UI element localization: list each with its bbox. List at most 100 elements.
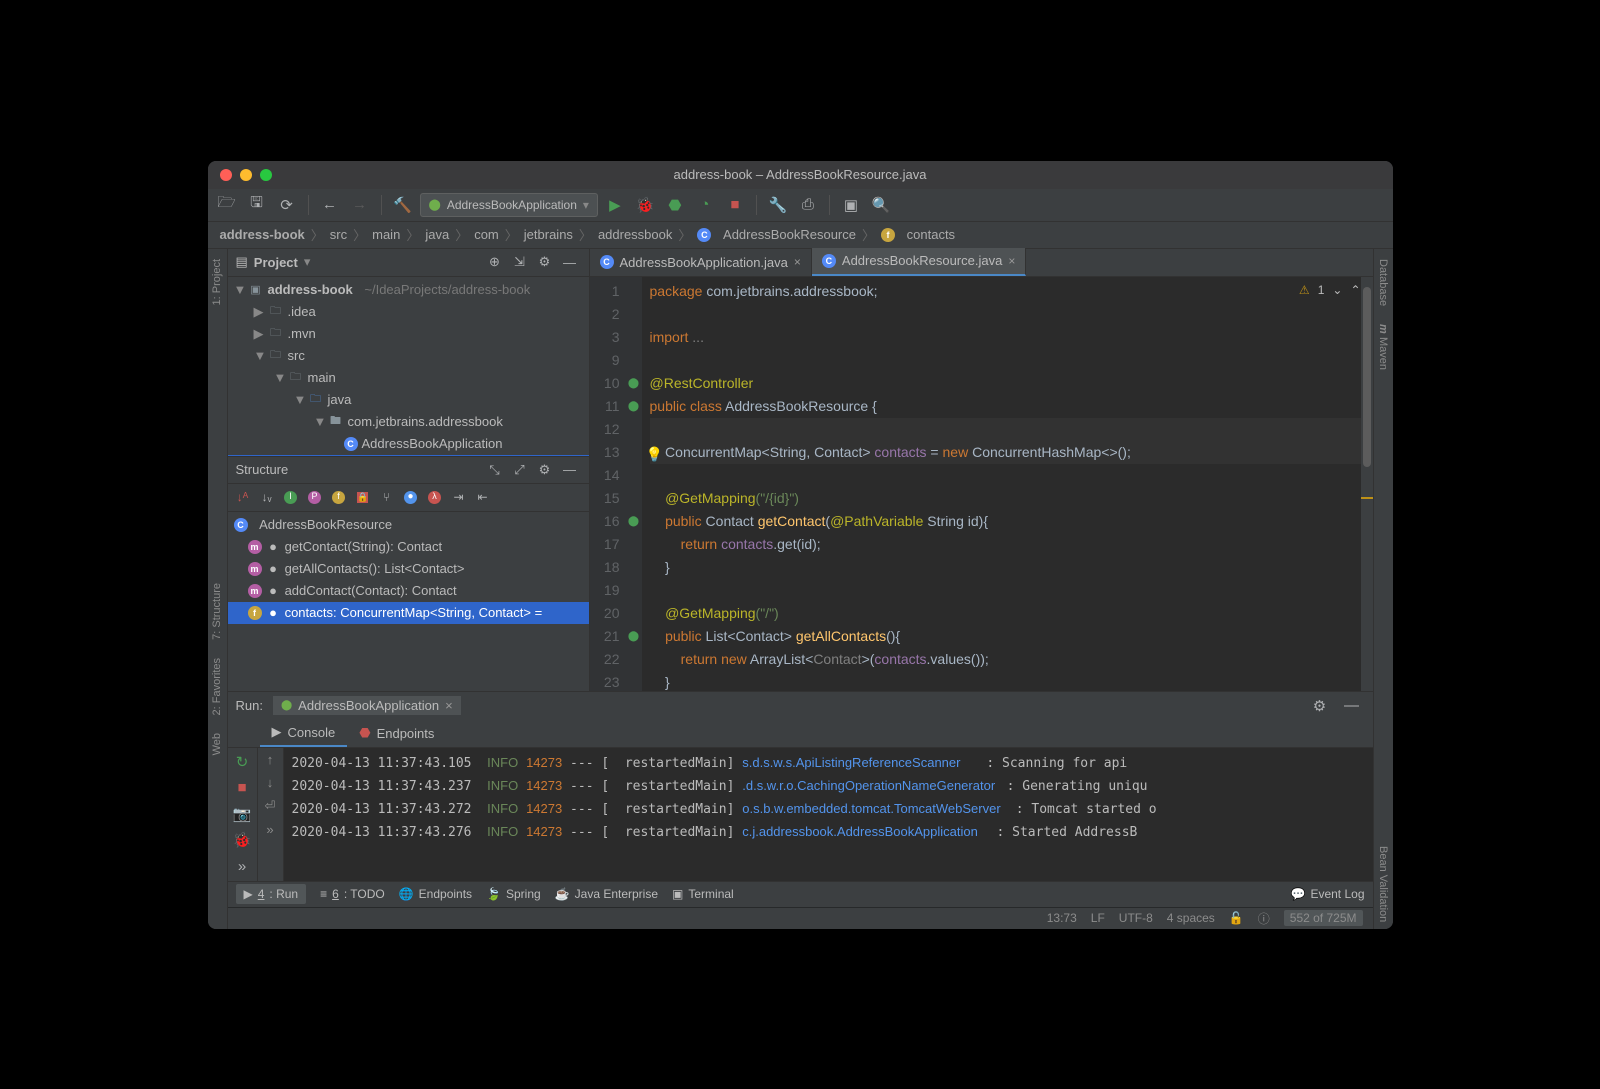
debug-rerun-icon[interactable]: 🐞 <box>229 830 255 850</box>
run-icon[interactable]: ▶ <box>602 192 628 218</box>
filter-field-icon[interactable]: f <box>328 486 350 508</box>
intention-bulb-icon[interactable]: 💡 <box>646 446 663 463</box>
run-config-selector[interactable]: ⬤ AddressBookApplication ▾ <box>420 193 598 217</box>
tree-row[interactable]: ▼🖿com.jetbrains.addressbook <box>228 411 589 433</box>
update-icon[interactable]: ⎙ <box>795 192 821 218</box>
breadcrumb-item[interactable]: com <box>470 227 503 242</box>
stop-icon[interactable]: ■ <box>722 192 748 218</box>
favorites-tool-tab[interactable]: 2: Favorites <box>209 652 225 721</box>
settings-icon[interactable]: ⚙ <box>534 251 556 273</box>
camera-icon[interactable]: 📷 <box>229 804 255 824</box>
caret-position[interactable]: 13:73 <box>1047 911 1077 925</box>
search-icon[interactable]: 🔍 <box>868 192 894 218</box>
collapse-icon[interactable]: ⤡ <box>484 459 506 481</box>
line-ending[interactable]: LF <box>1091 911 1105 925</box>
sort-visibility-icon[interactable]: ↓ᵥ <box>256 486 278 508</box>
settings-icon[interactable]: ⚙ <box>534 459 556 481</box>
filter-inherit-icon[interactable]: I <box>280 486 302 508</box>
breadcrumb-item[interactable]: src <box>326 227 351 242</box>
close-tab-icon[interactable]: × <box>794 255 801 269</box>
close-icon[interactable]: × <box>445 698 453 713</box>
coverage-icon[interactable]: ⬣ <box>662 192 688 218</box>
wrench-icon[interactable]: 🔧 <box>765 192 791 218</box>
editor-tab[interactable]: CAddressBookResource.java× <box>812 248 1026 276</box>
filter-lambda-icon[interactable]: ● <box>400 486 422 508</box>
forward-icon[interactable]: → <box>347 192 373 218</box>
open-icon[interactable]: 🗁 <box>214 192 240 218</box>
structure-row[interactable]: m ● getContact(String): Contact <box>228 536 589 558</box>
code-editor[interactable]: 12391011121314151617181920212223 ⬤⬤⬤⬤ 💡 … <box>590 277 1373 691</box>
breadcrumb-item[interactable]: address-book <box>216 227 309 242</box>
avd-icon[interactable]: ▣ <box>838 192 864 218</box>
filter-lambda2-icon[interactable]: λ <box>424 486 446 508</box>
endpoints-tool-tab[interactable]: 🌐 Endpoints <box>399 887 472 901</box>
inspection-widget[interactable]: ⚠1⌄⌃ <box>1299 283 1361 297</box>
console-output[interactable]: 2020-04-13 11:37:43.105 INFO 14273 --- [… <box>284 748 1373 881</box>
memory-indicator[interactable]: 552 of 725M <box>1284 910 1363 926</box>
todo-tool-tab[interactable]: ≡ 6: TODO <box>320 887 385 901</box>
sort-alpha-icon[interactable]: ↓ᴬ <box>232 486 254 508</box>
breadcrumb-item[interactable]: C AddressBookResource <box>693 227 860 242</box>
filter-nonpublic-icon[interactable]: 🔒 <box>352 486 374 508</box>
tree-row[interactable]: ▼🗀java <box>228 389 589 411</box>
tree-row[interactable]: ▶🗀.mvn <box>228 323 589 345</box>
save-icon[interactable]: 🖫 <box>244 192 270 218</box>
soft-wrap-icon[interactable]: ⏎ <box>265 798 276 814</box>
maven-tool-tab[interactable]: m Maven <box>1375 318 1391 377</box>
structure-tree[interactable]: C AddressBookResource m ● getContact(Str… <box>228 512 589 691</box>
reload-icon[interactable]: ⟳ <box>274 192 300 218</box>
close-tab-icon[interactable]: × <box>1008 254 1015 268</box>
structure-row[interactable]: m ● getAllContacts(): List<Contact> <box>228 558 589 580</box>
terminal-tool-tab[interactable]: ▣ Terminal <box>672 887 734 901</box>
rerun-icon[interactable]: ↻ <box>229 752 255 772</box>
breadcrumb-item[interactable]: java <box>421 227 453 242</box>
info-icon[interactable]: ⓘ <box>1258 910 1270 927</box>
breadcrumb-item[interactable]: jetbrains <box>520 227 577 242</box>
autoscroll-icon[interactable]: ⇥ <box>448 486 470 508</box>
endpoints-tab[interactable]: ⬣ Endpoints <box>347 720 446 747</box>
profile-icon[interactable]: ◔ <box>692 192 718 218</box>
filter-prop-icon[interactable]: P <box>304 486 326 508</box>
structure-row[interactable]: m ● addContact(Contact): Contact <box>228 580 589 602</box>
project-tool-tab[interactable]: 1: Project <box>209 253 225 311</box>
tree-row[interactable]: ▼🗀main <box>228 367 589 389</box>
scroll-down-icon[interactable]: ↓ <box>267 775 274 790</box>
breadcrumb-item[interactable]: addressbook <box>594 227 676 242</box>
zoom-window-button[interactable] <box>260 169 272 181</box>
tree-row[interactable]: ▼🗀src <box>228 345 589 367</box>
build-icon[interactable]: 🔨 <box>390 192 416 218</box>
tree-row[interactable]: CAddressBookApplication <box>228 433 589 455</box>
editor-scrollbar[interactable] <box>1361 277 1373 691</box>
structure-tool-tab[interactable]: 7: Structure <box>209 577 225 646</box>
more-icon[interactable]: » <box>266 822 273 837</box>
tree-row[interactable]: ▶🗀.idea <box>228 301 589 323</box>
settings-icon[interactable]: ⚙ <box>1307 693 1333 719</box>
database-tool-tab[interactable]: Database <box>1375 253 1391 312</box>
hide-icon[interactable]: — <box>559 459 581 481</box>
breadcrumb-item[interactable]: f contacts <box>877 227 959 242</box>
event-log-tab[interactable]: 💬 Event Log <box>1291 887 1365 901</box>
autoscroll2-icon[interactable]: ⇤ <box>472 486 494 508</box>
filter-anon-icon[interactable]: ⑂ <box>376 486 398 508</box>
spring-tool-tab[interactable]: 🍃 Spring <box>486 887 541 901</box>
more-icon[interactable]: » <box>229 856 255 876</box>
lock-icon[interactable]: 🔓 <box>1229 911 1244 925</box>
indent[interactable]: 4 spaces <box>1167 911 1215 925</box>
expand-icon[interactable]: ⤢ <box>509 459 531 481</box>
close-window-button[interactable] <box>220 169 232 181</box>
expand-all-icon[interactable]: ⇲ <box>509 251 531 273</box>
tree-row[interactable]: ▼▣address-book ~/IdeaProjects/address-bo… <box>228 279 589 301</box>
console-tab[interactable]: ▶ Console <box>260 720 348 747</box>
structure-row[interactable]: f ● contacts: ConcurrentMap<String, Cont… <box>228 602 589 624</box>
hide-icon[interactable]: — <box>1339 693 1365 719</box>
breadcrumb-item[interactable]: main <box>368 227 404 242</box>
locate-icon[interactable]: ⊕ <box>484 251 506 273</box>
stop-icon[interactable]: ■ <box>229 778 255 798</box>
encoding[interactable]: UTF-8 <box>1119 911 1153 925</box>
code-lines[interactable]: package com.jetbrains.addressbook; impor… <box>642 277 1361 691</box>
back-icon[interactable]: ← <box>317 192 343 218</box>
hide-icon[interactable]: — <box>559 251 581 273</box>
bean-validation-tab[interactable]: Bean Validation <box>1375 840 1391 928</box>
web-tool-tab[interactable]: Web <box>209 727 225 761</box>
debug-icon[interactable]: 🐞 <box>632 192 658 218</box>
